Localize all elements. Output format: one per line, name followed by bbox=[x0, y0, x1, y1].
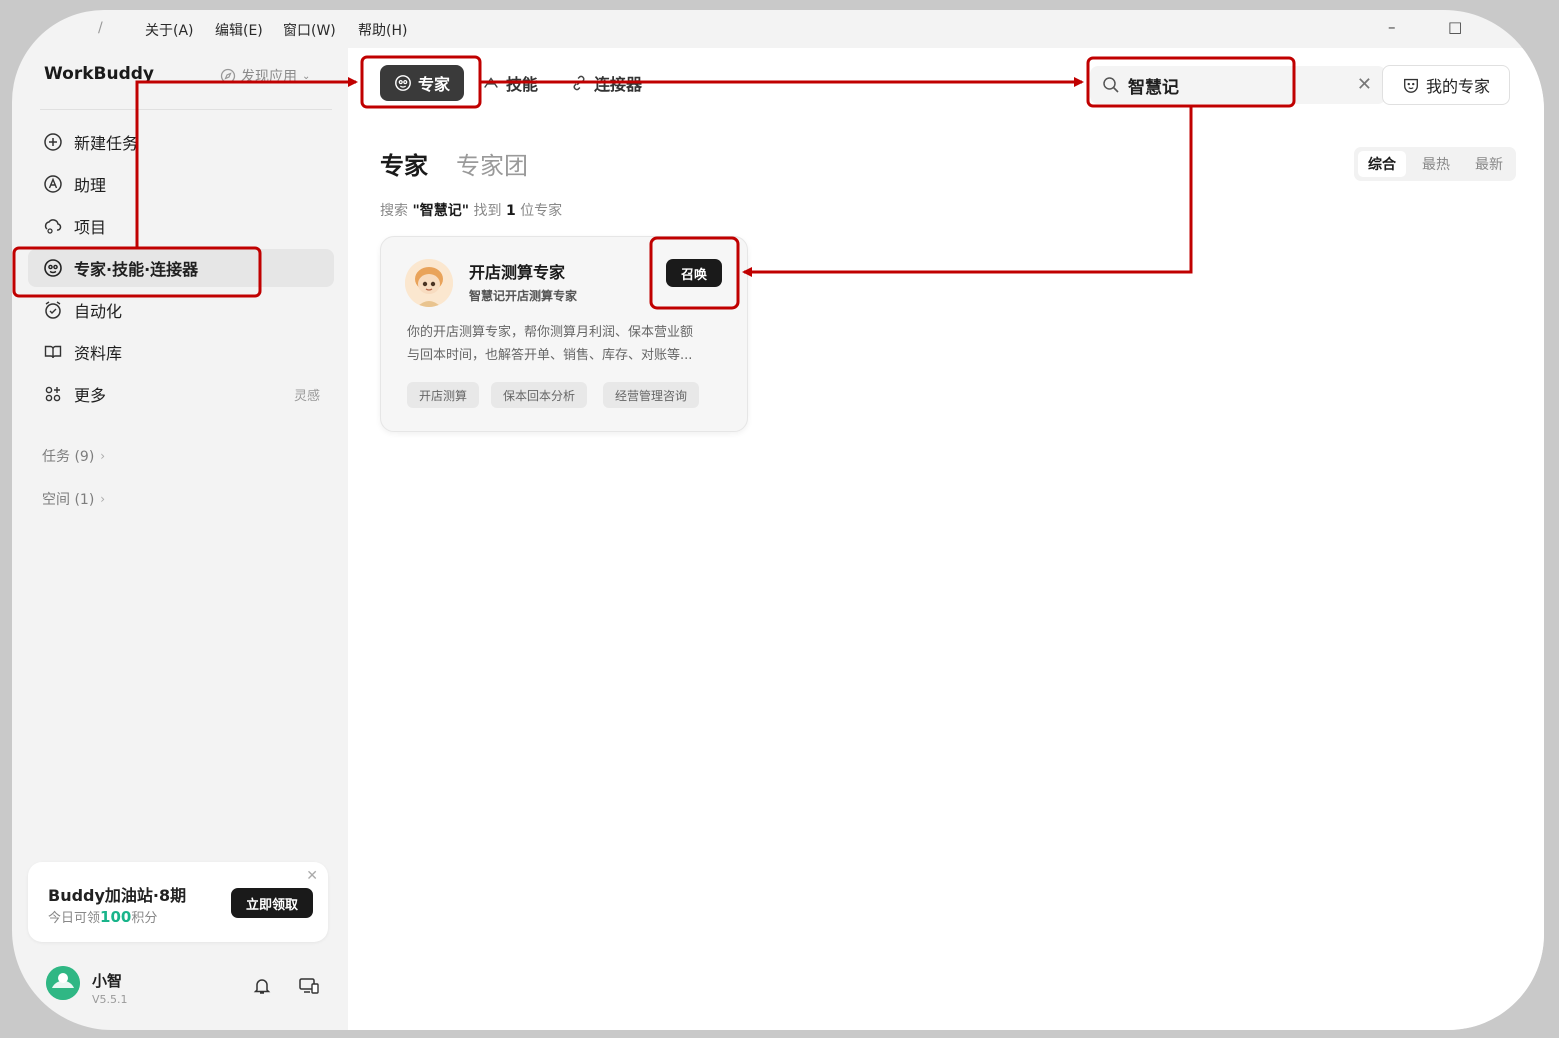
sidebar-item-label: 助理 bbox=[74, 176, 107, 195]
search-result-summary: 搜索 "智慧记" 找到 1 位专家 bbox=[380, 200, 562, 220]
user-name: 小智 bbox=[92, 972, 123, 990]
expert-badge-icon bbox=[1404, 78, 1418, 93]
clear-search-icon[interactable]: ✕ bbox=[1357, 74, 1372, 95]
result-count: 1 bbox=[505, 203, 516, 219]
promo-card: Buddy加油站·8期 今日可领100积分 立即领取 ✕ bbox=[28, 862, 328, 942]
expert-card[interactable]: 开店测算专家 智慧记开店测算专家 召唤 你的开店测算专家，帮你测算月利润、保本营… bbox=[380, 236, 748, 432]
section-tasks-label: 任务 (9) bbox=[42, 449, 95, 465]
my-experts-label: 我的专家 bbox=[1425, 77, 1490, 96]
sidebar-item-label: 项目 bbox=[74, 218, 107, 237]
app-window: / 关于(A) 编辑(E) 窗口(W) 帮助(H) – □ WorkBuddy … bbox=[12, 10, 1544, 1030]
summon-button[interactable]: 召唤 bbox=[666, 259, 722, 287]
tab-connectors-label: 连接器 bbox=[594, 75, 643, 94]
menu-fragment: / bbox=[98, 20, 103, 36]
close-icon[interactable]: ✕ bbox=[306, 868, 318, 884]
claim-now-button[interactable]: 立即领取 bbox=[231, 888, 313, 918]
assistant-icon bbox=[42, 173, 64, 195]
expert-tag: 开店测算 bbox=[407, 382, 480, 408]
expert-avatar bbox=[405, 259, 453, 307]
result-middle: 找到 bbox=[469, 203, 506, 219]
avatar[interactable] bbox=[46, 966, 80, 1000]
chevron-right-icon: › bbox=[100, 492, 106, 506]
sidebar-item-label: 自动化 bbox=[74, 302, 123, 321]
section-tasks[interactable]: 任务 (9) › bbox=[42, 446, 105, 466]
expert-name: 开店测算专家 bbox=[469, 263, 566, 282]
sidebar-item-label: 专家·技能·连接器 bbox=[74, 260, 199, 279]
expert-icon bbox=[395, 75, 411, 91]
maximize-button[interactable]: □ bbox=[1448, 18, 1462, 36]
link-icon bbox=[573, 75, 585, 91]
plus-circle-icon bbox=[42, 131, 64, 153]
project-icon bbox=[42, 215, 64, 237]
tab-connectors[interactable]: 连接器 bbox=[570, 65, 642, 101]
my-experts-button[interactable]: 我的专家 bbox=[1382, 65, 1510, 105]
apps-icon bbox=[42, 383, 64, 405]
search-icon bbox=[1103, 77, 1119, 93]
app-brand: WorkBuddy bbox=[44, 64, 154, 84]
result-suffix: 位专家 bbox=[515, 203, 563, 219]
sort-newest[interactable]: 最新 bbox=[1465, 151, 1513, 177]
promo-title: Buddy加油站·8期 bbox=[48, 886, 187, 905]
menu-window[interactable]: 窗口(W) bbox=[283, 20, 336, 40]
page-tab-expert-teams[interactable]: 专家团 bbox=[456, 146, 528, 181]
description-line-1: 你的开店测算专家，帮你测算月利润、保本营业额 bbox=[407, 325, 694, 340]
expert-icon bbox=[42, 257, 64, 279]
sidebar-item-automation[interactable]: 自动化 bbox=[28, 291, 334, 329]
alarm-icon bbox=[42, 299, 64, 321]
chevron-right-icon: › bbox=[100, 449, 106, 463]
sort-overall[interactable]: 综合 bbox=[1358, 151, 1406, 177]
tab-skills[interactable]: 技能 bbox=[482, 65, 538, 101]
result-keyword: "智慧记" bbox=[412, 203, 470, 219]
bell-icon[interactable] bbox=[252, 976, 274, 998]
sidebar-divider bbox=[40, 109, 332, 110]
expert-description: 你的开店测算专家，帮你测算月利润、保本营业额 与回本时间，也解答开单、销售、库存… bbox=[407, 321, 725, 367]
minimize-button[interactable]: – bbox=[1388, 18, 1396, 36]
app-version: V5.5.1 bbox=[92, 993, 128, 1006]
menu-about[interactable]: 关于(A) bbox=[145, 20, 194, 40]
tab-experts[interactable]: 专家 bbox=[380, 65, 465, 101]
promo-sub-prefix: 今日可领 bbox=[48, 911, 101, 926]
tab-skills-label: 技能 bbox=[506, 75, 539, 94]
discover-apps-button[interactable]: 发现应用 ⌄ bbox=[220, 66, 310, 86]
promo-sub-suffix: 积分 bbox=[131, 911, 158, 926]
sidebar-item-more[interactable]: 更多 灵感 bbox=[28, 375, 334, 413]
description-line-2: 与回本时间，也解答开单、销售、库存、对账等... bbox=[407, 348, 693, 363]
promo-points: 100 bbox=[100, 908, 132, 926]
sort-toggle: 综合 最热 最新 bbox=[1354, 147, 1516, 181]
compass-icon bbox=[220, 68, 236, 84]
section-spaces-label: 空间 (1) bbox=[42, 492, 95, 508]
expert-tag: 经营管理咨询 bbox=[603, 382, 700, 408]
expert-subtitle: 智慧记开店测算专家 bbox=[469, 289, 578, 303]
discover-label: 发现应用 bbox=[241, 69, 297, 85]
sidebar-item-label: 新建任务 bbox=[74, 134, 139, 153]
menu-edit[interactable]: 编辑(E) bbox=[215, 20, 263, 40]
page-tab-experts[interactable]: 专家 bbox=[380, 146, 428, 181]
sidebar-item-label: 更多 bbox=[74, 386, 107, 405]
device-icon[interactable] bbox=[298, 976, 320, 998]
inspiration-link[interactable]: 灵感 bbox=[294, 385, 320, 404]
promo-subtitle: 今日可领100积分 bbox=[48, 907, 157, 926]
menu-help[interactable]: 帮助(H) bbox=[358, 20, 407, 40]
search-value: 智慧记 bbox=[1128, 77, 1179, 98]
main-pane bbox=[348, 48, 1544, 1030]
tab-experts-label: 专家 bbox=[418, 75, 451, 94]
book-icon bbox=[42, 341, 64, 363]
expert-tag: 保本回本分析 bbox=[491, 382, 588, 408]
chevron-down-icon: ⌄ bbox=[302, 70, 311, 82]
sidebar-item-new-task[interactable]: 新建任务 bbox=[28, 123, 334, 161]
menubar: / 关于(A) 编辑(E) 窗口(W) 帮助(H) – □ bbox=[12, 10, 1544, 48]
sidebar-item-project[interactable]: 项目 bbox=[28, 207, 334, 245]
sidebar-item-library[interactable]: 资料库 bbox=[28, 333, 334, 371]
section-spaces[interactable]: 空间 (1) › bbox=[42, 489, 105, 509]
sort-hottest[interactable]: 最热 bbox=[1412, 151, 1460, 177]
sidebar-item-label: 资料库 bbox=[74, 344, 123, 363]
search-input[interactable]: 智慧记 ✕ bbox=[1090, 66, 1386, 104]
sidebar-item-assistant[interactable]: 助理 bbox=[28, 165, 334, 203]
sidebar-item-experts[interactable]: 专家·技能·连接器 bbox=[28, 249, 334, 287]
skill-icon bbox=[484, 77, 498, 88]
result-prefix: 搜索 bbox=[380, 203, 413, 219]
